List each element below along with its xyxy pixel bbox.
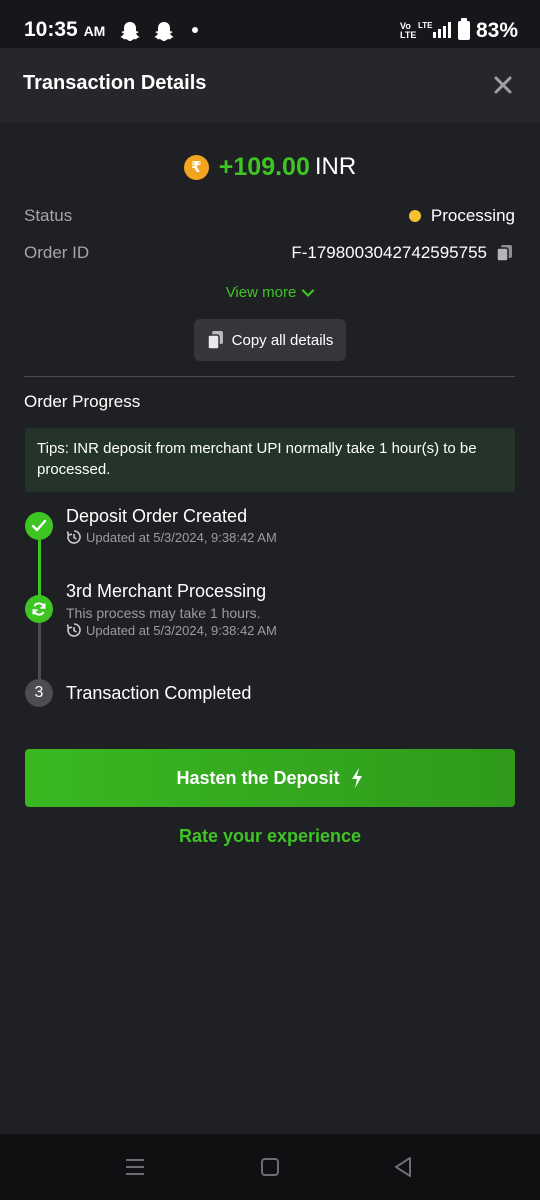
copy-icon [206, 331, 223, 350]
history-clock-icon [66, 623, 81, 637]
notification-dot [192, 27, 198, 33]
lte-indicator: LTE [418, 21, 433, 30]
status-time: 10:35 AM [24, 18, 106, 41]
tips-banner: Tips: INR deposit from merchant UPI norm… [25, 428, 515, 492]
check-icon [31, 519, 47, 532]
home-square-icon [261, 1158, 279, 1176]
step-note: This process may take 1 hours. [66, 605, 261, 621]
step-pending-node: 3 [25, 679, 53, 707]
status-dot-icon [408, 210, 421, 222]
step-title: Transaction Completed [66, 683, 252, 703]
timeline-line-pending [38, 622, 41, 680]
recents-button[interactable] [120, 1152, 150, 1182]
hasten-deposit-button[interactable]: Hasten the Deposit [25, 749, 515, 807]
order-id-label: Order ID [24, 243, 90, 262]
step-updated: Updated at 5/3/2024, 9:38:42 AM [66, 622, 277, 638]
battery-percent: 83% [476, 19, 519, 42]
battery-icon [458, 18, 470, 40]
status-bar: 10:35 AM Vo LTE LTE 83% [0, 0, 540, 48]
order-progress-title: Order Progress [24, 392, 141, 411]
app-header: Transaction Details [0, 48, 540, 122]
copy-all-button[interactable]: Copy all details [194, 319, 346, 361]
refresh-icon [32, 602, 46, 616]
step-title: Deposit Order Created [66, 506, 248, 526]
step-done-node [25, 512, 53, 540]
back-button[interactable] [388, 1152, 418, 1182]
back-arrow-icon [395, 1157, 411, 1177]
copy-icon[interactable] [495, 243, 515, 263]
page-title: Transaction Details [23, 72, 207, 94]
amount-value: +109.00 [218, 152, 310, 181]
step-active-node [25, 595, 53, 623]
status-value: Processing [408, 206, 515, 226]
amount-row: ₹ +109.00 INR [0, 150, 540, 184]
lightning-icon [351, 768, 362, 788]
view-more-link[interactable]: View more [0, 284, 540, 301]
step-title: 3rd Merchant Processing [66, 581, 267, 601]
timeline-line-done [38, 540, 41, 600]
status-label: Status [24, 206, 73, 225]
order-id-value: F-1798003042742595755 [291, 243, 515, 263]
amount-currency: INR [314, 153, 357, 180]
history-clock-icon [66, 530, 81, 544]
divider [24, 376, 515, 377]
step-updated: Updated at 5/3/2024, 9:38:42 AM [66, 529, 277, 545]
rupee-coin-icon: ₹ [183, 154, 209, 180]
close-icon[interactable] [490, 72, 516, 98]
chevron-down-icon [302, 288, 315, 297]
menu-icon [126, 1159, 144, 1175]
volte-indicator: Vo LTE [400, 21, 417, 40]
system-nav-bar [0, 1134, 540, 1200]
rate-experience-link[interactable]: Rate your experience [0, 826, 540, 847]
home-button[interactable] [255, 1152, 285, 1182]
snapchat-icon [154, 22, 174, 41]
signal-icon [433, 22, 451, 38]
snapchat-icon [120, 22, 140, 41]
